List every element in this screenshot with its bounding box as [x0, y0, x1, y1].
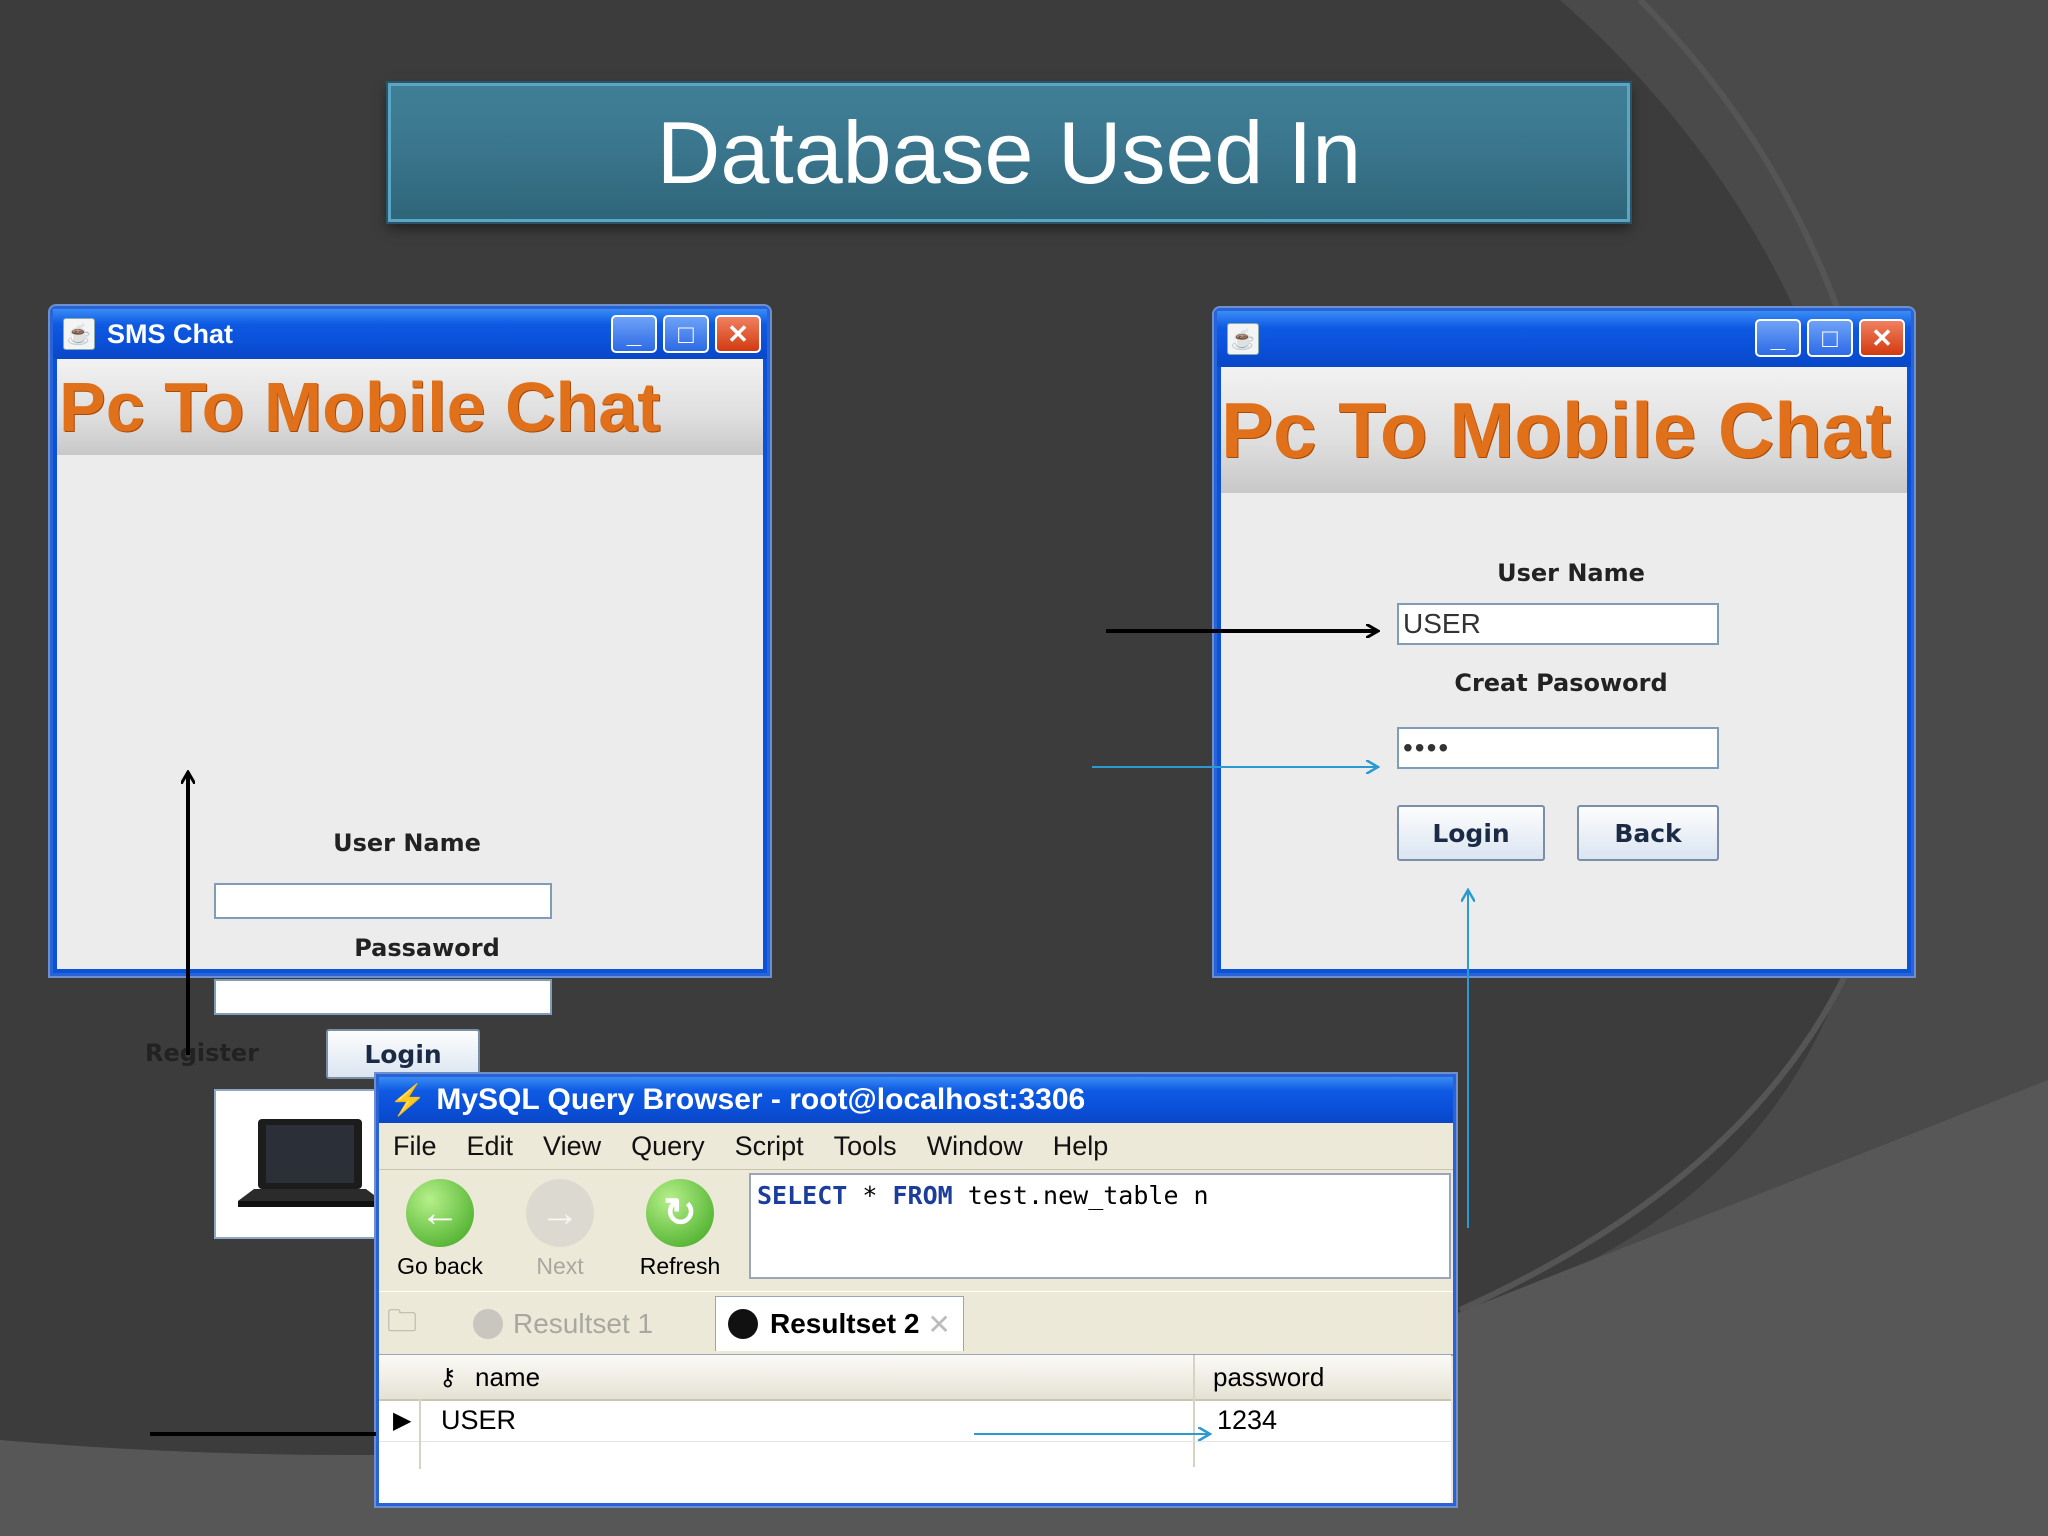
- close-tab-icon[interactable]: ✕: [927, 1308, 950, 1341]
- tab-resultset-2-label: Resultset 2: [770, 1308, 920, 1339]
- username-label: User Name: [333, 829, 481, 857]
- password-label: Passaword: [354, 934, 500, 962]
- minimize-icon[interactable]: _: [1755, 319, 1801, 357]
- refresh-button[interactable]: ↻ Refresh: [625, 1169, 735, 1280]
- title-bar[interactable]: ☕ SMS Chat _ □ ✕: [53, 309, 767, 359]
- refresh-label: Refresh: [639, 1253, 721, 1279]
- mysql-query-browser-window: ⚡ MySQL Query Browser - root@localhost:3…: [376, 1074, 1456, 1506]
- close-icon[interactable]: ✕: [715, 315, 761, 353]
- menu-view[interactable]: View: [543, 1131, 601, 1162]
- java-icon: ☕: [63, 318, 95, 350]
- username-input[interactable]: [214, 883, 552, 919]
- results-grid: ⚷ name password ▶ USER 1234: [379, 1355, 1451, 1503]
- menu-edit[interactable]: Edit: [467, 1131, 514, 1162]
- back-button[interactable]: Back: [1577, 805, 1719, 861]
- query-select-keyword: SELECT: [757, 1181, 848, 1210]
- go-back-button[interactable]: ← Go back: [385, 1169, 495, 1280]
- maximize-icon[interactable]: □: [663, 315, 709, 353]
- key-icon: ⚷: [439, 1363, 457, 1391]
- mysql-icon: ⚡: [389, 1083, 427, 1117]
- resultset-icon: [473, 1309, 503, 1339]
- toolbar: ← Go back → Next ↻ Refresh: [379, 1169, 749, 1291]
- next-button[interactable]: → Next: [505, 1169, 615, 1280]
- go-back-label: Go back: [397, 1253, 483, 1279]
- create-account-window: ☕ _ □ ✕ Pc To Mobile Chat User Name USER…: [1214, 308, 1914, 976]
- tab-resultset-1-label: Resultset 1: [513, 1308, 654, 1339]
- column-header-password[interactable]: password: [1213, 1355, 1324, 1399]
- resultset-icon: [728, 1309, 758, 1339]
- row-pointer-icon: ▶: [393, 1406, 412, 1434]
- register-link[interactable]: Register: [127, 1039, 277, 1067]
- row-header-divider: [419, 1399, 421, 1469]
- create-password-label: Creat Pasoword: [1454, 669, 1668, 697]
- menu-tools[interactable]: Tools: [834, 1131, 897, 1162]
- next-icon: →: [526, 1179, 594, 1247]
- app-banner: Pc To Mobile Chat: [57, 359, 763, 455]
- cell-name[interactable]: USER: [441, 1399, 516, 1441]
- minimize-icon[interactable]: _: [611, 315, 657, 353]
- tab-resultset-1[interactable]: Resultset 1: [473, 1300, 653, 1348]
- next-label: Next: [536, 1253, 584, 1279]
- window-content: Pc To Mobile Chat User Name USER Creat P…: [1221, 367, 1907, 969]
- username-label: User Name: [1497, 559, 1645, 587]
- laptop-icon: [238, 1119, 382, 1207]
- query-from-keyword: FROM: [892, 1181, 953, 1210]
- menu-file[interactable]: File: [393, 1131, 437, 1162]
- new-tab-icon[interactable]: 🗀: [387, 1300, 437, 1348]
- tab-resultset-2[interactable]: Resultset 2 ✕: [715, 1296, 964, 1351]
- resultset-tabs: 🗀 Resultset 1 Resultset 2 ✕: [379, 1291, 1453, 1356]
- query-editor[interactable]: SELECT * FROM test.new_table n: [749, 1173, 1451, 1279]
- window-title: SMS Chat: [107, 318, 234, 349]
- menu-bar: File Edit View Query Script Tools Window…: [379, 1123, 1453, 1170]
- maximize-icon[interactable]: □: [1807, 319, 1853, 357]
- app-banner: Pc To Mobile Chat: [1221, 367, 1907, 493]
- close-icon[interactable]: ✕: [1859, 319, 1905, 357]
- cell-password[interactable]: 1234: [1217, 1399, 1277, 1441]
- query-star: *: [862, 1181, 878, 1210]
- login-button[interactable]: Login: [326, 1029, 480, 1079]
- table-row[interactable]: ▶ USER 1234: [379, 1399, 1451, 1469]
- login-button[interactable]: Login: [1397, 805, 1545, 861]
- menu-query[interactable]: Query: [631, 1131, 705, 1162]
- java-icon: ☕: [1227, 323, 1259, 355]
- grid-header: ⚷ name password: [379, 1355, 1451, 1467]
- refresh-icon: ↻: [646, 1179, 714, 1247]
- query-table: test.new_table n: [967, 1181, 1209, 1210]
- menu-script[interactable]: Script: [735, 1131, 804, 1162]
- create-password-input[interactable]: ••••: [1397, 727, 1719, 769]
- window-content: Pc To Mobile Chat User Name Passaword Re…: [57, 359, 763, 1239]
- window-title: MySQL Query Browser - root@localhost:330…: [436, 1083, 1086, 1116]
- sms-chat-login-window: ☕ SMS Chat _ □ ✕ Pc To Mobile Chat User …: [50, 306, 770, 1239]
- title-bar[interactable]: ☕ _ □ ✕: [1217, 311, 1911, 367]
- title-bar[interactable]: ⚡ MySQL Query Browser - root@localhost:3…: [379, 1077, 1453, 1123]
- menu-help[interactable]: Help: [1053, 1131, 1109, 1162]
- password-input[interactable]: [214, 979, 552, 1015]
- column-header-name[interactable]: name: [475, 1355, 540, 1399]
- go-back-icon: ←: [406, 1179, 474, 1247]
- slide-title: Database Used In: [388, 83, 1630, 222]
- username-input[interactable]: USER: [1397, 603, 1719, 645]
- menu-window[interactable]: Window: [927, 1131, 1023, 1162]
